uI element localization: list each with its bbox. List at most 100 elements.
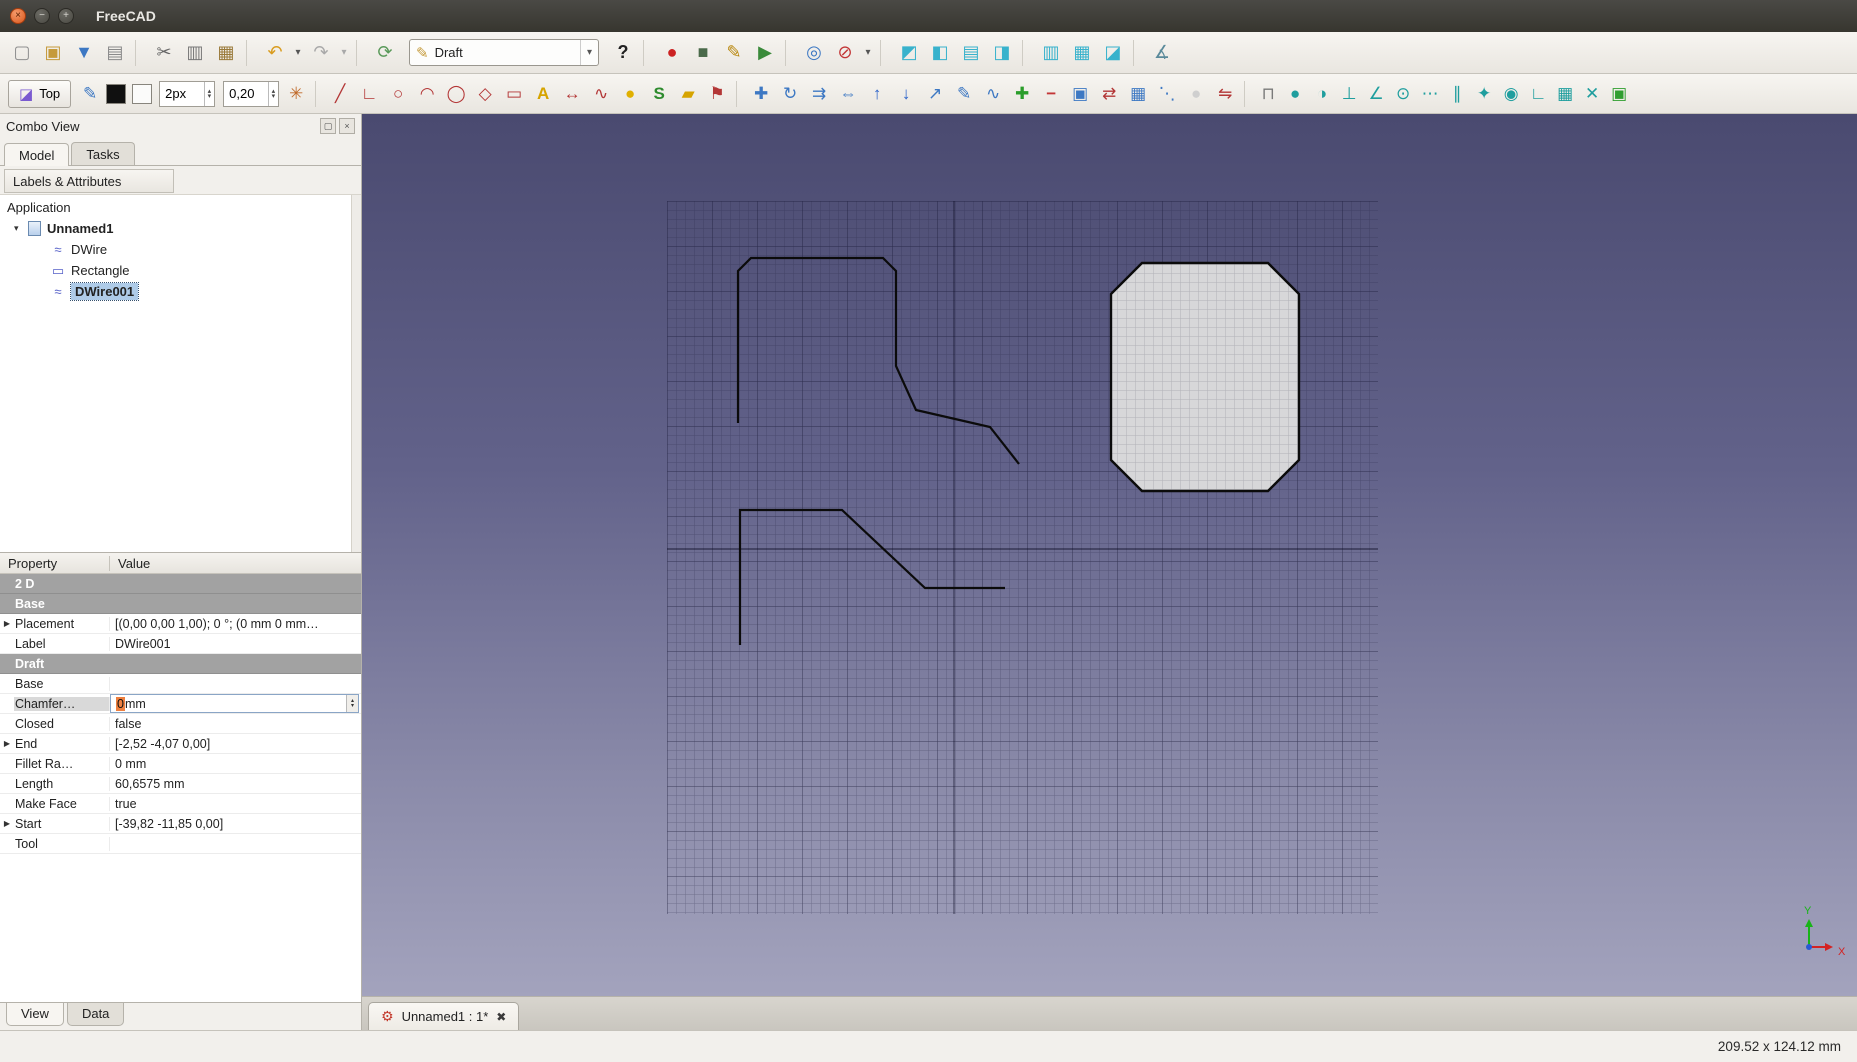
upgrade-icon[interactable]: ↑ — [864, 80, 890, 108]
macro-record-icon[interactable]: ● — [658, 38, 686, 68]
workbench-selector[interactable]: ✎ Draft ▾ — [409, 39, 599, 66]
snap-endpoint-icon[interactable]: ● — [1283, 80, 1307, 108]
combo-view-tab[interactable]: Model — [4, 143, 69, 166]
draft-circle-icon[interactable]: ○ — [385, 80, 411, 108]
spinner-icon[interactable] — [346, 695, 358, 712]
float-panel-icon[interactable]: ▢ — [320, 118, 336, 134]
snap-working-plane-icon[interactable]: ▣ — [1607, 80, 1631, 108]
separator[interactable] — [135, 40, 144, 66]
clone-icon[interactable]: ● — [1183, 80, 1209, 108]
property-row[interactable]: Fillet Ra… 0 mm — [0, 754, 361, 774]
refresh-icon[interactable]: ⟳ — [371, 38, 399, 68]
snap-center-icon[interactable]: ⊙ — [1391, 80, 1415, 108]
property-row[interactable]: 2 D — [0, 574, 361, 594]
separator[interactable] — [1022, 40, 1031, 66]
open-file-icon[interactable]: ▣ — [39, 38, 67, 68]
macro-stop-icon[interactable]: ■ — [689, 38, 717, 68]
draft-bspline-icon[interactable]: ∿ — [588, 80, 614, 108]
print-icon[interactable]: ▤ — [101, 38, 129, 68]
property-value[interactable]: [(0,00 0,00 1,00); 0 °; (0 mm 0 mm… — [110, 617, 361, 631]
property-value[interactable]: true — [110, 797, 361, 811]
draw-style-icon[interactable]: ⊘ — [831, 38, 859, 68]
separator[interactable] — [785, 40, 794, 66]
property-expander-icon[interactable]: ▶ — [0, 819, 14, 828]
view-top-icon[interactable]: ▤ — [957, 38, 985, 68]
draw-style-dropdown-icon[interactable]: ▾ — [862, 38, 874, 68]
snap-midpoint-icon[interactable]: ◑ — [1310, 80, 1334, 108]
view-right-icon[interactable]: ◨ — [988, 38, 1016, 68]
snap-intersection-icon[interactable]: ✕ — [1580, 80, 1604, 108]
redo-icon[interactable]: ↷ — [307, 38, 335, 68]
apply-style-icon[interactable]: ✳ — [283, 80, 309, 108]
paste-icon[interactable]: ▦ — [212, 38, 240, 68]
property-row[interactable]: Make Face true — [0, 794, 361, 814]
copy-icon[interactable]: ▥ — [181, 38, 209, 68]
snap-perpendicular-icon[interactable]: ⊥ — [1337, 80, 1361, 108]
add-point-icon[interactable]: ✚ — [1009, 80, 1035, 108]
line-width-input[interactable] — [159, 81, 215, 107]
property-row[interactable]: Closed false — [0, 714, 361, 734]
property-value[interactable]: 60,6575 mm — [110, 777, 361, 791]
separator[interactable] — [246, 40, 255, 66]
spinner-icon[interactable] — [268, 82, 278, 106]
draft-to-sketch-icon[interactable]: ⇄ — [1096, 80, 1122, 108]
close-tab-icon[interactable]: ✖ — [496, 1010, 506, 1024]
mirror-icon[interactable]: ⇋ — [1212, 80, 1238, 108]
scale-icon[interactable]: ↗ — [922, 80, 948, 108]
close-window-button[interactable]: × — [10, 8, 26, 24]
draft-rectangle-icon[interactable]: ▭ — [501, 80, 527, 108]
tree-scrollbar[interactable] — [351, 195, 361, 552]
view-axonometric-icon[interactable]: ◩ — [895, 38, 923, 68]
property-row[interactable]: Label DWire001 — [0, 634, 361, 654]
working-plane-button[interactable]: ◪ Top — [8, 80, 71, 108]
view-bottom-icon[interactable]: ▦ — [1068, 38, 1096, 68]
separator[interactable] — [1133, 40, 1142, 66]
property-row[interactable]: Base — [0, 594, 361, 614]
property-value[interactable]: false — [110, 717, 361, 731]
downgrade-icon[interactable]: ↓ — [893, 80, 919, 108]
draft-label-icon[interactable]: ⚑ — [704, 80, 730, 108]
zoom-border-icon[interactable]: ◎ — [800, 38, 828, 68]
maximize-window-button[interactable]: + — [58, 8, 74, 24]
snap-extension-icon[interactable]: ⋯ — [1418, 80, 1442, 108]
expander-icon[interactable]: ▾ — [14, 223, 28, 234]
save-icon[interactable]: ▼ — [70, 38, 98, 68]
undo-icon[interactable]: ↶ — [261, 38, 289, 68]
redo-dropdown-icon[interactable]: ▾ — [338, 38, 350, 68]
3d-viewport[interactable]: Y X — [362, 114, 1857, 996]
property-row[interactable]: Chamfer… 0 mm — [0, 694, 361, 714]
move-icon[interactable]: ✚ — [748, 80, 774, 108]
property-row[interactable]: Tool — [0, 834, 361, 854]
separator[interactable] — [315, 81, 324, 107]
separator[interactable] — [1244, 81, 1253, 107]
new-file-icon[interactable]: ▢ — [8, 38, 36, 68]
property-row[interactable]: ▶ Start [-39,82 -11,85 0,00] — [0, 814, 361, 834]
property-row[interactable]: ▶ End [-2,52 -4,07 0,00] — [0, 734, 361, 754]
property-row[interactable]: Length 60,6575 mm — [0, 774, 361, 794]
combo-view-tab[interactable]: Tasks — [71, 142, 134, 165]
separator[interactable] — [356, 40, 365, 66]
line-color-swatch[interactable] — [106, 84, 126, 104]
draft-point-icon[interactable]: ● — [617, 80, 643, 108]
snap-parallel-icon[interactable]: ∥ — [1445, 80, 1469, 108]
separator[interactable] — [880, 40, 889, 66]
snap-lock-icon[interactable]: ⊓ — [1256, 80, 1280, 108]
draft-line-icon[interactable]: ╱ — [327, 80, 353, 108]
tree-object-item[interactable]: ▭ Rectangle — [0, 260, 361, 281]
text-scale-value[interactable] — [224, 86, 268, 101]
panel-bottom-tab[interactable]: View — [6, 1003, 64, 1026]
tree-object-item[interactable]: ≈ DWire001 — [0, 281, 361, 302]
draft-polyline-icon[interactable]: ∟ — [356, 80, 382, 108]
draft-facebinder-icon[interactable]: ▰ — [675, 80, 701, 108]
draft-text-icon[interactable]: A — [530, 80, 556, 108]
draft-arc-icon[interactable]: ◠ — [414, 80, 440, 108]
property-expander-icon[interactable]: ▶ — [0, 619, 14, 628]
property-value[interactable]: [-2,52 -4,07 0,00] — [110, 737, 361, 751]
line-width-value[interactable] — [160, 86, 204, 101]
property-row[interactable]: Base — [0, 674, 361, 694]
rotate-icon[interactable]: ↻ — [777, 80, 803, 108]
separator[interactable] — [736, 81, 745, 107]
draft-ellipse-icon[interactable]: ◯ — [443, 80, 469, 108]
view-rear-icon[interactable]: ▥ — [1037, 38, 1065, 68]
construction-mode-icon[interactable]: ✎ — [77, 80, 103, 108]
